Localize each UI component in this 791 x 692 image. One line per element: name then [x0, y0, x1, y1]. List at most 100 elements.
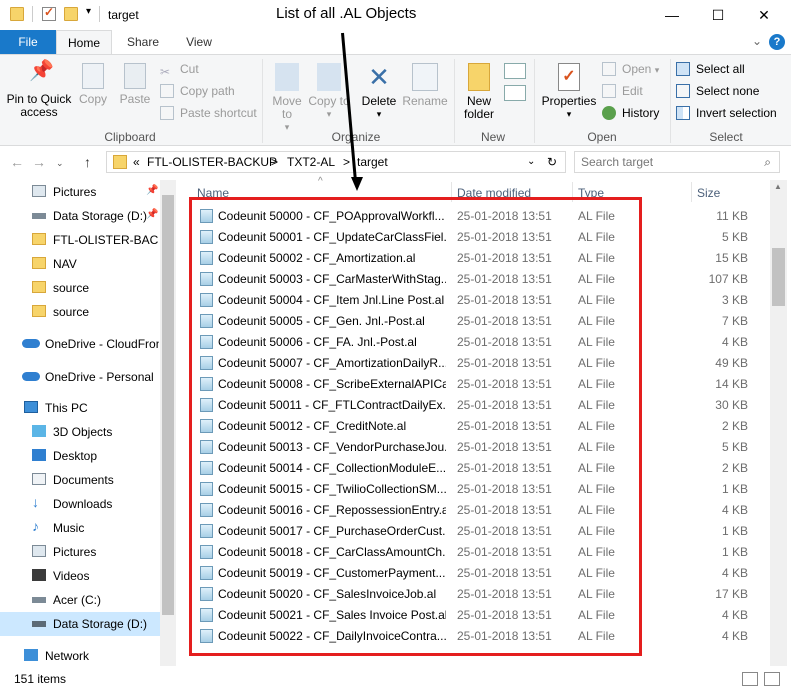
nav-scrollbar[interactable]: [160, 180, 176, 666]
large-icons-view-icon[interactable]: [764, 672, 780, 686]
nav-label: FTL-OLISTER-BACKUP: [53, 233, 159, 247]
search-icon: ⌕: [764, 155, 771, 169]
list-scrollbar[interactable]: ▲: [770, 180, 787, 666]
file-size: 4 KB: [721, 629, 748, 643]
annotation-label: List of all .AL Objects: [276, 5, 417, 22]
paste-shortcut-button[interactable]: Paste shortcut: [160, 103, 257, 123]
history-button[interactable]: History: [602, 103, 659, 123]
new-folder-quick-icon[interactable]: [64, 7, 78, 21]
nav-item-data-storage[interactable]: Data Storage (D:) 📌: [0, 204, 160, 228]
up-arrow-icon[interactable]: ↑: [84, 154, 91, 170]
nav-item-acer-c[interactable]: Acer (C:): [0, 588, 160, 612]
breadcrumb-separator[interactable]: >: [343, 155, 350, 169]
paste-shortcut-label: Paste shortcut: [180, 106, 257, 120]
help-icon[interactable]: ?: [769, 34, 785, 50]
column-divider[interactable]: [691, 182, 692, 202]
nav-item-3d-objects[interactable]: 3D Objects: [0, 420, 160, 444]
ribbon-divider: [534, 59, 535, 143]
details-view-icon[interactable]: [742, 672, 758, 686]
search-box[interactable]: ⌕: [574, 151, 780, 173]
delete-x-icon: ✕: [368, 62, 390, 92]
maximize-button[interactable]: ☐: [695, 0, 741, 30]
file-size: 2 KB: [721, 461, 748, 475]
select-none-button[interactable]: Select none: [676, 81, 759, 101]
column-header-size[interactable]: Size: [697, 186, 720, 200]
nav-item-source[interactable]: source: [0, 276, 160, 300]
tab-share[interactable]: Share: [116, 30, 170, 54]
drive-icon: [32, 621, 46, 627]
address-dropdown-icon[interactable]: ⌄: [527, 156, 535, 167]
address-bar[interactable]: « FTL-OLISTER-BACKUP > TXT2-AL > target …: [106, 151, 566, 173]
minimize-button[interactable]: —: [649, 0, 695, 30]
close-button[interactable]: ✕: [741, 0, 787, 30]
nav-item-network[interactable]: Network: [0, 644, 160, 668]
pin-label: Pin to Quick access: [6, 92, 72, 119]
copy-path-button[interactable]: Copy path: [160, 81, 235, 101]
copy-icon: [82, 63, 104, 89]
nav-item-pictures[interactable]: Pictures: [0, 540, 160, 564]
nav-item-data-storage-selected[interactable]: Data Storage (D:): [0, 612, 160, 636]
tab-view[interactable]: View: [172, 30, 226, 54]
rename-button[interactable]: Rename: [402, 63, 448, 108]
customize-quick-access-icon[interactable]: ▾: [86, 6, 91, 17]
tab-file[interactable]: File: [0, 30, 56, 54]
select-none-icon: [676, 84, 690, 98]
delete-button[interactable]: ✕ Delete ▾: [358, 63, 400, 121]
nav-item-onedrive-personal[interactable]: OneDrive - Personal: [0, 365, 160, 389]
easy-access-icon[interactable]: [504, 85, 526, 101]
copy-to-label: Copy to: [308, 94, 350, 108]
folder-icon: [113, 155, 127, 169]
nav-item-music[interactable]: ♪ Music: [0, 516, 160, 540]
select-all-button[interactable]: Select all: [676, 59, 745, 79]
nav-item-this-pc[interactable]: This PC: [0, 396, 160, 420]
properties-button[interactable]: ✓ Properties ▾: [540, 63, 598, 121]
edit-button[interactable]: Edit: [602, 81, 643, 101]
new-folder-label: New folder: [463, 94, 495, 121]
nav-item-ftl-olister-backup[interactable]: FTL-OLISTER-BACKUP: [0, 228, 160, 252]
nav-item-desktop[interactable]: Desktop: [0, 444, 160, 468]
scroll-up-icon[interactable]: ▲: [774, 182, 782, 191]
copy-button[interactable]: Copy: [74, 63, 112, 106]
invert-selection-button[interactable]: Invert selection: [676, 103, 777, 123]
breadcrumb-ftl-olister-backup[interactable]: FTL-OLISTER-BACKUP: [147, 155, 277, 169]
open-button[interactable]: Open ▾: [602, 59, 659, 79]
pictures-icon: [32, 185, 46, 197]
breadcrumb-target[interactable]: target: [357, 155, 388, 169]
nav-item-source[interactable]: source: [0, 300, 160, 324]
nav-item-onedrive-cloudfronts[interactable]: OneDrive - CloudFronts: [0, 332, 160, 356]
tab-home[interactable]: Home: [56, 30, 112, 54]
sort-ascending-icon: ^: [318, 176, 323, 187]
back-arrow-icon[interactable]: ←: [10, 154, 24, 170]
list-scroll-thumb[interactable]: [772, 248, 785, 306]
properties-quick-icon[interactable]: [42, 5, 56, 21]
pictures-icon: [32, 545, 46, 557]
breadcrumb-separator[interactable]: >: [271, 155, 278, 169]
new-item-icon[interactable]: [504, 63, 526, 79]
file-size: 11 KB: [716, 209, 748, 223]
paste-button[interactable]: Paste: [116, 63, 154, 106]
breadcrumb-txt2-al[interactable]: TXT2-AL: [287, 155, 335, 169]
search-input[interactable]: [581, 155, 751, 169]
new-folder-button[interactable]: New folder: [458, 63, 500, 121]
nav-label: Network: [45, 649, 90, 663]
pin-to-quick-access-button[interactable]: 📌 Pin to Quick access: [4, 61, 74, 119]
pin-icon: 📌: [146, 185, 159, 196]
move-to-button[interactable]: Move to ▾: [266, 63, 308, 134]
title-bar: ▾ target List of all .AL Objects — ☐ ✕: [0, 0, 791, 30]
nav-item-pictures[interactable]: Pictures 📌: [0, 180, 160, 204]
nav-item-documents[interactable]: Documents: [0, 468, 160, 492]
file-size: 4 KB: [721, 608, 748, 622]
forward-arrow-icon[interactable]: →: [32, 154, 46, 170]
nav-scroll-thumb[interactable]: [162, 195, 174, 615]
toolbar-divider: [99, 6, 100, 22]
cut-button[interactable]: ✂ Cut: [160, 59, 199, 79]
invert-selection-label: Invert selection: [696, 106, 777, 120]
nav-item-downloads[interactable]: ↓ Downloads: [0, 492, 160, 516]
chevron-down-icon[interactable]: ⌄: [752, 34, 762, 48]
nav-item-videos[interactable]: Videos: [0, 564, 160, 588]
nav-item-nav[interactable]: NAV: [0, 252, 160, 276]
breadcrumb-overflow[interactable]: «: [133, 155, 140, 169]
refresh-icon[interactable]: ↻: [547, 155, 557, 169]
nav-label: NAV: [53, 257, 77, 271]
recent-locations-icon[interactable]: ⌄: [56, 158, 64, 169]
